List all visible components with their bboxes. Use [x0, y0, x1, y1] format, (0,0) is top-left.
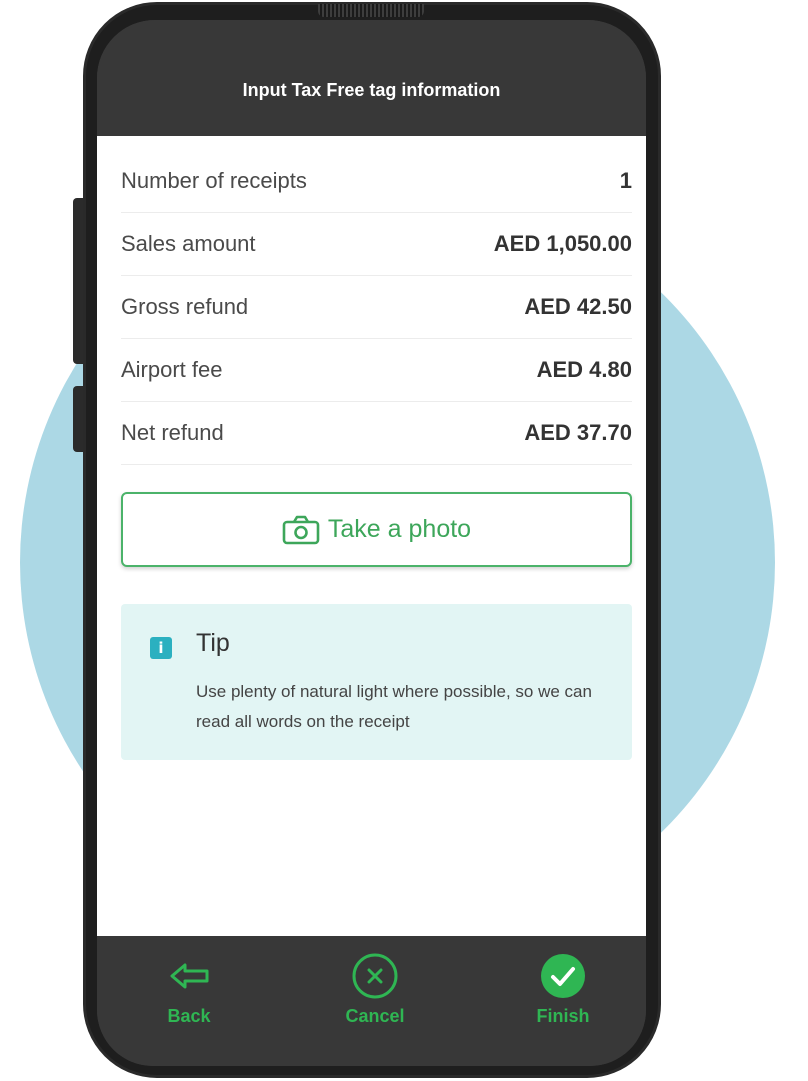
camera-icon: [282, 515, 320, 544]
finish-label: Finish: [536, 1006, 590, 1026]
cancel-label: Cancel: [345, 1006, 405, 1026]
row-value: AED 4.80: [536, 357, 632, 382]
info-icon: i: [150, 637, 172, 659]
finish-button[interactable]: Finish: [518, 952, 608, 1027]
tip-title: Tip: [196, 629, 230, 657]
row-value: 1: [619, 168, 632, 193]
app-screen: Input Tax Free tag information Number of…: [97, 20, 646, 1066]
row-label: Sales amount: [121, 231, 256, 256]
stage: Input Tax Free tag information Number of…: [0, 0, 808, 1081]
summary-row-net-refund: Net refund AED 37.70: [121, 402, 632, 465]
summary-row-airport-fee: Airport fee AED 4.80: [121, 339, 632, 402]
summary-row-sales-amount: Sales amount AED 1,050.00: [121, 213, 632, 276]
cancel-button[interactable]: Cancel: [330, 952, 420, 1027]
checkmark-circle-icon: [541, 954, 585, 998]
row-value: AED 1,050.00: [493, 231, 632, 256]
row-label: Net refund: [121, 420, 224, 445]
tip-box: i Tip Use plenty of natural light where …: [121, 604, 632, 760]
back-label: Back: [167, 1006, 211, 1026]
row-label: Number of receipts: [121, 168, 307, 193]
bottom-nav: Back Cancel Finish: [97, 936, 646, 1066]
row-label: Gross refund: [121, 294, 249, 319]
summary-row-gross-refund: Gross refund AED 42.50: [121, 276, 632, 339]
tip-text: Use plenty of natural light where possib…: [196, 682, 592, 731]
take-photo-button[interactable]: Take a photo: [121, 492, 632, 567]
summary-list: Number of receipts 1 Sales amount AED 1,…: [121, 150, 632, 465]
take-photo-label: Take a photo: [327, 515, 472, 543]
row-value: AED 37.70: [524, 420, 632, 445]
arrow-left-icon: [170, 963, 209, 989]
app-header: Input Tax Free tag information: [97, 20, 646, 136]
row-value: AED 42.50: [524, 294, 632, 319]
summary-row-receipts: Number of receipts 1: [121, 150, 632, 213]
row-label: Airport fee: [121, 357, 223, 382]
back-button[interactable]: Back: [144, 952, 234, 1027]
cancel-circle-icon: [352, 953, 398, 999]
page-title: Input Tax Free tag information: [242, 80, 501, 100]
main-content: Number of receipts 1 Sales amount AED 1,…: [97, 136, 646, 936]
phone-speaker: [318, 4, 424, 17]
